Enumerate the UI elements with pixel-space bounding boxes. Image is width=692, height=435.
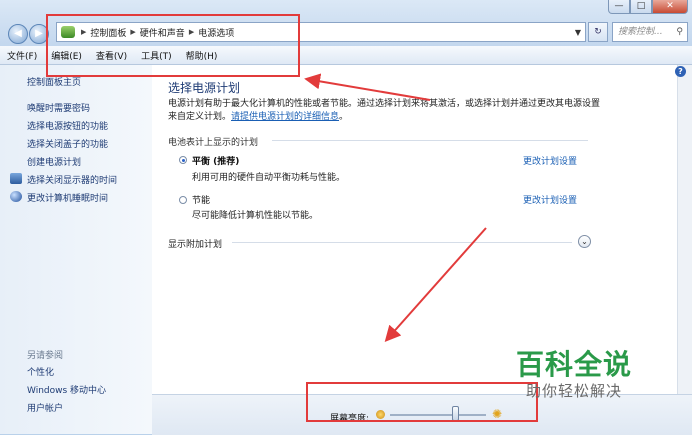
watermark-subtitle: 助你轻松解决 bbox=[526, 382, 623, 400]
annotation-arrow-to-address bbox=[304, 73, 431, 101]
watermark-title: 百科全说 bbox=[516, 348, 633, 381]
annotation-arrow-to-brightness bbox=[384, 227, 487, 342]
help-icon[interactable]: ? bbox=[675, 66, 686, 77]
